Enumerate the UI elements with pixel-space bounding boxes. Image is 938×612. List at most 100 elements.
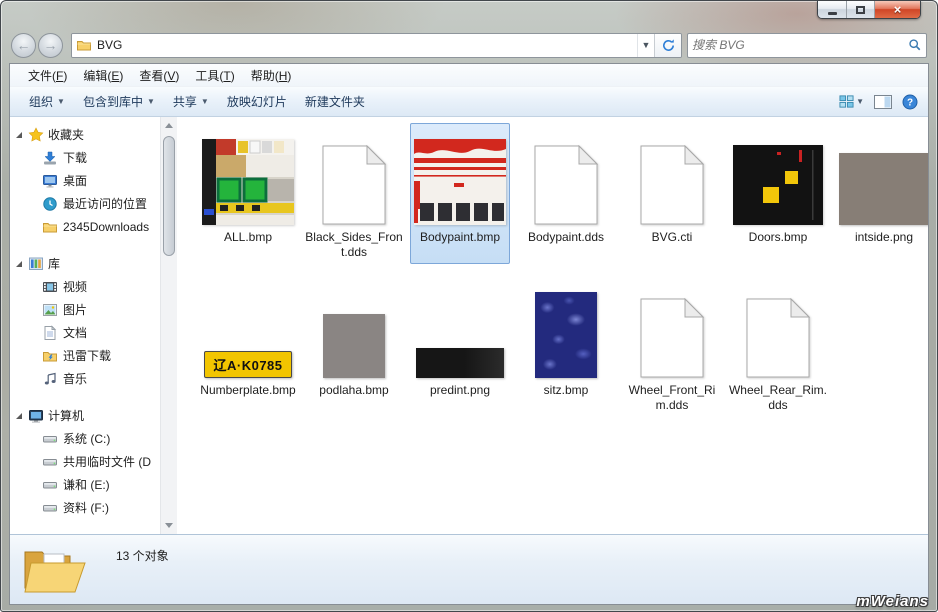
scrollbar-track[interactable] xyxy=(161,134,178,517)
sidebar-item[interactable]: 最近访问的位置 xyxy=(10,192,160,215)
menu-item-3[interactable]: 工具(T) xyxy=(187,67,242,84)
help-icon: ? xyxy=(902,94,918,110)
file-thumbnail[interactable] xyxy=(624,127,720,227)
toolbar-button-2[interactable]: 共享▼ xyxy=(164,89,218,114)
file-thumbnail[interactable] xyxy=(200,127,296,227)
file-name[interactable]: Bodypaint.dds xyxy=(516,230,616,245)
minimize-button[interactable] xyxy=(818,1,847,18)
address-path: BVG xyxy=(97,38,122,52)
toolbar-button-3[interactable]: 放映幻灯片 xyxy=(218,89,296,114)
folder-icon xyxy=(76,37,92,53)
file-thumbnail[interactable]: 辽A·K0785 xyxy=(200,280,296,380)
file-tile-intside-png[interactable]: intside.png xyxy=(834,123,928,264)
expander-icon[interactable] xyxy=(14,411,24,421)
menu-item-0[interactable]: 文件(F) xyxy=(20,67,75,84)
file-name[interactable]: Wheel_Rear_Rim.dds xyxy=(728,383,828,413)
search-input[interactable] xyxy=(692,38,908,52)
menu-item-2[interactable]: 查看(V) xyxy=(131,67,187,84)
forward-button[interactable]: → xyxy=(38,33,63,58)
sidebar-item[interactable]: 下载 xyxy=(10,146,160,169)
sidebar-item[interactable]: 资料 (F:) xyxy=(10,496,160,519)
search-box[interactable] xyxy=(687,33,927,58)
file-tile-bodypaint-dds[interactable]: Bodypaint.dds xyxy=(516,123,616,264)
file-thumbnail[interactable] xyxy=(412,280,508,380)
sidebar-item[interactable]: 2345Downloads xyxy=(10,215,160,238)
file-name[interactable]: Numberplate.bmp xyxy=(198,383,298,398)
address-folder-icon xyxy=(76,37,92,53)
file-thumbnail[interactable] xyxy=(518,280,614,380)
file-list: ALL.bmp Black_Sides_Front.dds Bodypaint.… xyxy=(177,117,928,534)
sidebar-item[interactable]: 谦和 (E:) xyxy=(10,473,160,496)
file-thumbnail[interactable] xyxy=(306,127,402,227)
toolbar-button-label: 组织 xyxy=(29,93,53,110)
file-tile-wheel-rear-rim-dds[interactable]: Wheel_Rear_Rim.dds xyxy=(728,276,828,417)
file-thumbnail[interactable] xyxy=(412,127,508,227)
file-thumbnail[interactable] xyxy=(518,127,614,227)
title-bar[interactable]: × xyxy=(9,1,929,27)
change-view-button[interactable]: ▼ xyxy=(839,94,864,109)
menu-item-4[interactable]: 帮助(H) xyxy=(243,67,300,84)
sidebar-item[interactable]: 迅雷下载 xyxy=(10,344,160,367)
sidebar-group-header-favorites[interactable]: 收藏夹 xyxy=(10,123,160,146)
scrollbar-thumb[interactable] xyxy=(163,136,175,256)
toolbar-button-4[interactable]: 新建文件夹 xyxy=(296,89,374,114)
refresh-button[interactable] xyxy=(654,34,681,57)
file-thumbnail[interactable] xyxy=(624,280,720,380)
scroll-down-button[interactable] xyxy=(161,517,178,534)
toolbar-button-0[interactable]: 组织▼ xyxy=(20,89,74,114)
file-thumbnail[interactable] xyxy=(836,127,928,227)
file-name[interactable]: BVG.cti xyxy=(622,230,722,245)
expander-icon[interactable] xyxy=(14,130,24,140)
sidebar-group-header-computer[interactable]: 计算机 xyxy=(10,404,160,427)
menu-item-1[interactable]: 编辑(E) xyxy=(75,67,131,84)
file-tile-black-sides-front-dds[interactable]: Black_Sides_Front.dds xyxy=(304,123,404,264)
file-tile-numberplate-bmp[interactable]: 辽A·K0785 Numberplate.bmp xyxy=(198,276,298,417)
toolbar-button-1[interactable]: 包含到库中▼ xyxy=(74,89,164,114)
sidebar-group-header-libraries[interactable]: 库 xyxy=(10,252,160,275)
texture-thumbnail xyxy=(733,145,823,225)
download-icon xyxy=(42,150,58,166)
file-thumbnail[interactable] xyxy=(730,280,826,380)
file-tile-wheel-front-rim-dds[interactable]: Wheel_Front_Rim.dds xyxy=(622,276,722,417)
sidebar-scrollbar[interactable] xyxy=(160,117,177,534)
maximize-icon xyxy=(856,6,865,14)
sidebar-item[interactable]: 图片 xyxy=(10,298,160,321)
file-tile-bodypaint-bmp[interactable]: Bodypaint.bmp xyxy=(410,123,510,264)
file-tile-predint-png[interactable]: predint.png xyxy=(410,276,510,417)
maximize-button[interactable] xyxy=(847,1,875,18)
sidebar-item[interactable]: 系统 (C:) xyxy=(10,427,160,450)
file-name[interactable]: Black_Sides_Front.dds xyxy=(304,230,404,260)
file-name[interactable]: Wheel_Front_Rim.dds xyxy=(622,383,722,413)
address-bar[interactable]: BVG xyxy=(72,34,637,57)
generic-file-icon xyxy=(534,145,598,225)
file-thumbnail[interactable] xyxy=(730,127,826,227)
file-tile-bvg-cti[interactable]: BVG.cti xyxy=(622,123,722,264)
file-tile-doors-bmp[interactable]: Doors.bmp xyxy=(728,123,828,264)
file-name[interactable]: predint.png xyxy=(410,383,510,398)
sidebar-item[interactable]: 音乐 xyxy=(10,367,160,390)
sidebar-item[interactable]: 共用临时文件 (D xyxy=(10,450,160,473)
file-name[interactable]: intside.png xyxy=(834,230,928,245)
file-tile-all-bmp[interactable]: ALL.bmp xyxy=(198,123,298,264)
sidebar-item[interactable]: 视频 xyxy=(10,275,160,298)
file-name[interactable]: Bodypaint.bmp xyxy=(410,230,510,245)
close-button[interactable]: × xyxy=(875,1,920,18)
file-name[interactable]: ALL.bmp xyxy=(198,230,298,245)
file-name[interactable]: podlaha.bmp xyxy=(304,383,404,398)
search-icon[interactable] xyxy=(908,38,922,52)
sidebar-item[interactable]: 文档 xyxy=(10,321,160,344)
command-toolbar: 组织▼包含到库中▼共享▼放映幻灯片新建文件夹 ▼ xyxy=(10,87,928,117)
file-thumbnail[interactable] xyxy=(306,280,402,380)
help-button[interactable]: ? xyxy=(902,94,918,110)
address-dropdown-button[interactable]: ▼ xyxy=(637,34,654,57)
expander-icon[interactable] xyxy=(14,259,24,269)
scroll-up-button[interactable] xyxy=(161,117,178,134)
file-tile-sitz-bmp[interactable]: sitz.bmp xyxy=(516,276,616,417)
file-name[interactable]: sitz.bmp xyxy=(516,383,616,398)
preview-pane-button[interactable] xyxy=(874,95,892,109)
file-name[interactable]: Doors.bmp xyxy=(728,230,828,245)
back-button[interactable]: ← xyxy=(11,33,36,58)
sidebar-item[interactable]: 桌面 xyxy=(10,169,160,192)
file-tile-podlaha-bmp[interactable]: podlaha.bmp xyxy=(304,276,404,417)
sidebar-group-computer: 计算机系统 (C:)共用临时文件 (D谦和 (E:)资料 (F:) xyxy=(10,404,160,519)
